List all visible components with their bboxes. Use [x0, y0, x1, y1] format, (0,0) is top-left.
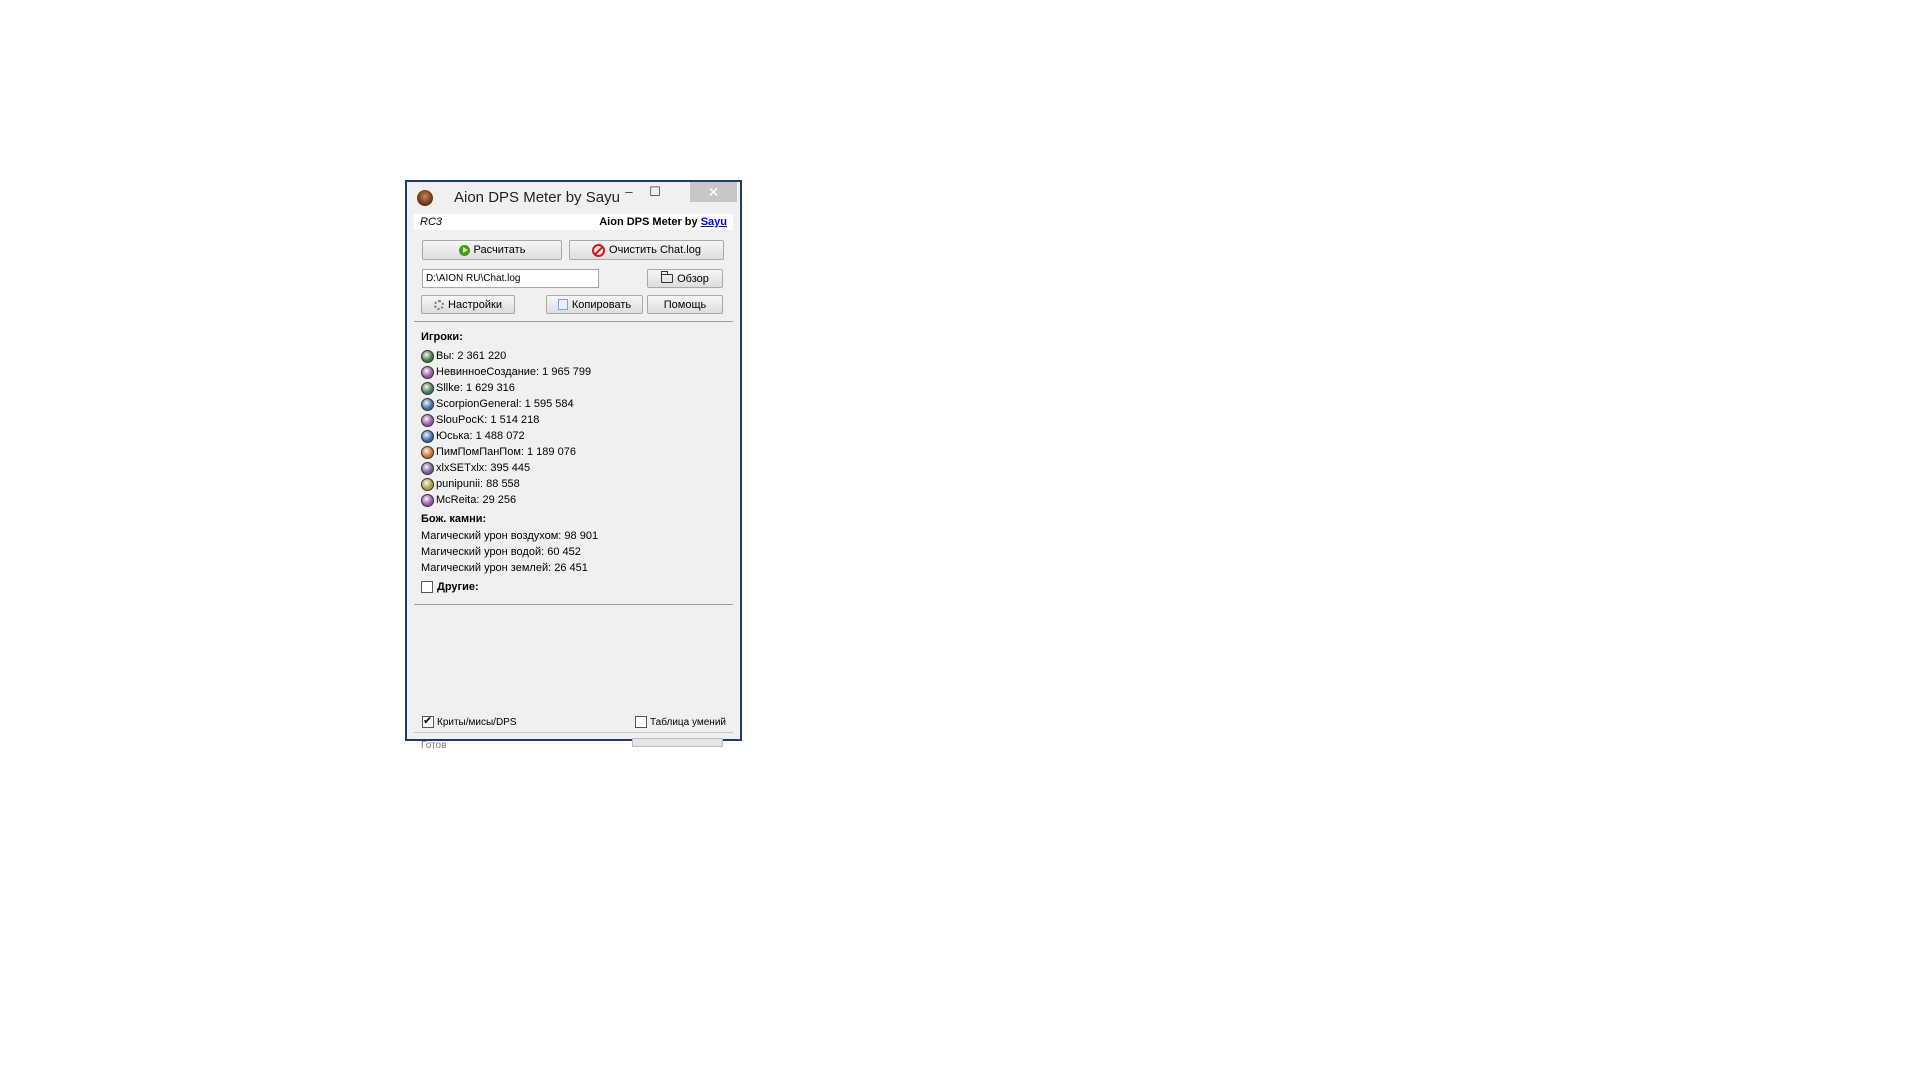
player-row: ScorpionGeneral: 1 595 584 [421, 396, 591, 412]
player-row: Sllke: 1 629 316 [421, 380, 591, 396]
player-text: McReita: 29 256 [436, 494, 517, 506]
copy-button[interactable]: Копировать [546, 295, 643, 314]
class-icon [421, 381, 434, 395]
brand-label: Aion DPS Meter by Sayu [599, 216, 727, 228]
class-icon [421, 365, 434, 379]
app-logo-icon [417, 190, 433, 206]
settings-button[interactable]: Настройки [421, 295, 515, 314]
player-text: ScorpionGeneral: 1 595 584 [436, 398, 574, 410]
version-label: RC3 [420, 216, 443, 228]
copy-label: Копировать [571, 298, 632, 311]
class-icon [421, 461, 434, 475]
header-row: RC3 Aion DPS Meter by Sayu [414, 214, 733, 230]
others-label: Другие: [437, 581, 479, 593]
players-list: Вы: 2 361 220 НевинноеСоздание: 1 965 79… [421, 348, 591, 508]
godstone-item: Магический урон воздухом: 98 901 [421, 530, 599, 542]
minimize-button[interactable]: – [616, 182, 642, 202]
settings-label: Настройки [448, 298, 502, 311]
player-text: ПимПомПанПом: 1 189 076 [436, 446, 576, 458]
class-icon [421, 397, 434, 411]
main-panel: RC3 Aion DPS Meter by Sayu Расчитать Очи… [414, 214, 733, 751]
godstones-heading: Бож. камни: [421, 513, 487, 525]
browse-button[interactable]: Обзор [647, 269, 723, 288]
player-text: Вы: 2 361 220 [436, 350, 507, 362]
no-entry-icon [592, 243, 606, 257]
player-text: НевинноеСоздание: 1 965 799 [436, 366, 592, 378]
copy-icon [557, 299, 568, 310]
maximize-button[interactable]: ☐ [642, 182, 668, 202]
clear-chatlog-button[interactable]: Очистить Chat.log [569, 240, 724, 260]
window-title: Aion DPS Meter by Sayu [454, 189, 620, 206]
status-text: Готов [421, 740, 447, 751]
clear-label: Очистить Chat.log [609, 244, 701, 256]
class-icon [421, 477, 434, 491]
divider [414, 604, 733, 605]
player-row: ПимПомПанПом: 1 189 076 [421, 444, 591, 460]
author-link[interactable]: Sayu [701, 216, 727, 228]
crits-option[interactable]: Криты/мисы/DPS [422, 714, 517, 728]
class-icon [421, 493, 434, 507]
godstone-item: Магический урон землей: 26 451 [421, 562, 588, 574]
player-row: Вы: 2 361 220 [421, 348, 591, 364]
player-text: punipunii: 88 558 [436, 478, 520, 490]
crits-label: Криты/мисы/DPS [437, 716, 517, 728]
progress-bar [632, 738, 723, 747]
skills-checkbox[interactable] [634, 716, 647, 728]
class-icon [421, 349, 434, 363]
app-window: Aion DPS Meter by Sayu – ☐ ✕ RC3 Aion DP… [405, 180, 742, 751]
skills-label: Таблица умений [649, 716, 726, 728]
godstones-list: Магический урон воздухом: 98 901 Магичес… [421, 530, 598, 578]
skills-option[interactable]: Таблица умений [634, 716, 726, 728]
player-text: xlxSETxlx: 395 445 [436, 462, 531, 474]
player-row: SlouPocK: 1 514 218 [421, 412, 591, 428]
player-text: Юська: 1 488 072 [436, 430, 525, 442]
close-button[interactable]: ✕ [690, 182, 737, 202]
player-row: НевинноеСоздание: 1 965 799 [421, 364, 591, 380]
class-icon [421, 413, 434, 427]
godstone-item: Магический урон водой: 60 452 [421, 546, 581, 558]
browse-label: Обзор [677, 272, 709, 285]
class-icon [421, 445, 434, 459]
calculate-label: Расчитать [473, 244, 526, 256]
gear-icon [434, 299, 445, 310]
calculate-button[interactable]: Расчитать [422, 240, 562, 260]
folder-icon [661, 271, 674, 283]
play-icon [458, 244, 470, 256]
others-toggle[interactable]: Другие: [421, 581, 479, 593]
others-checkbox[interactable] [421, 581, 433, 593]
help-label: Помощь [663, 298, 707, 311]
status-divider [414, 732, 733, 733]
player-row: McReita: 29 256 [421, 492, 591, 508]
help-button[interactable]: Помощь [647, 295, 723, 314]
divider [414, 321, 733, 322]
class-icon [421, 429, 434, 443]
brand-prefix: Aion DPS Meter by [599, 216, 701, 228]
chatlog-path-input[interactable] [422, 269, 599, 288]
player-text: Sllke: 1 629 316 [436, 382, 515, 394]
player-row: punipunii: 88 558 [421, 476, 591, 492]
title-bar[interactable]: Aion DPS Meter by Sayu – ☐ ✕ [407, 182, 740, 214]
crits-checkbox[interactable] [422, 714, 434, 728]
player-row: Юська: 1 488 072 [421, 428, 591, 444]
player-row: xlxSETxlx: 395 445 [421, 460, 591, 476]
player-text: SlouPocK: 1 514 218 [436, 414, 540, 426]
players-heading: Игроки: [421, 331, 463, 343]
